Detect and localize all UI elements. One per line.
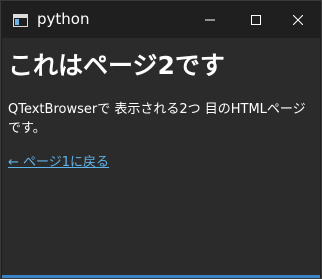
title-bar[interactable]: python	[1, 1, 321, 38]
page-heading: これはページ2です	[8, 51, 225, 80]
close-icon	[292, 10, 304, 29]
minimize-icon	[205, 10, 215, 29]
back-to-page1-link[interactable]: ← ページ1に戻る	[8, 154, 109, 172]
text-browser[interactable]: これはページ2です QTextBrowserで 表示される2つ 目のHTMLペー…	[2, 38, 320, 275]
page-paragraph: QTextBrowserで 表示される2つ 目のHTMLページです。	[8, 102, 306, 136]
close-button[interactable]	[275, 1, 321, 38]
maximize-icon	[251, 10, 261, 29]
minimize-button[interactable]	[187, 1, 233, 38]
window-bottom-accent	[2, 275, 320, 278]
app-window: python これはページ2です QTextBrowserで 表示される2つ 目…	[0, 0, 322, 279]
window-title: python	[37, 10, 90, 28]
maximize-button[interactable]	[233, 1, 279, 38]
window-icon	[13, 12, 28, 27]
